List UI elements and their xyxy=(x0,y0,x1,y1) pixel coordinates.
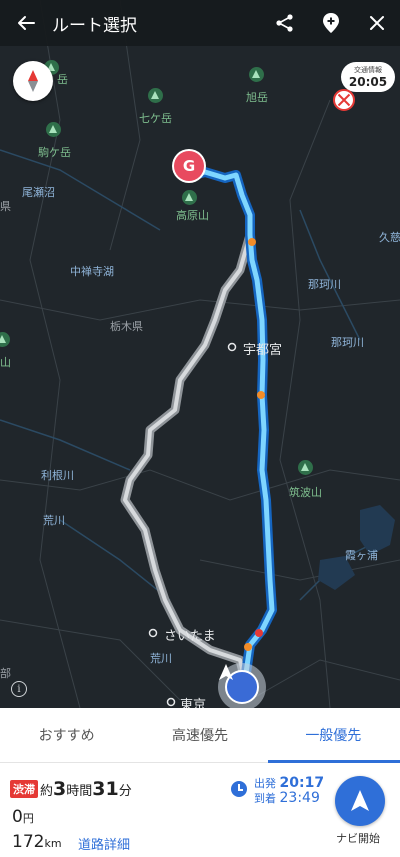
map-label: 部 xyxy=(0,667,11,680)
duration-prefix: 約 xyxy=(40,784,54,799)
map-label: 荒川 xyxy=(150,652,172,665)
road-closed-icon[interactable] xyxy=(333,89,355,111)
jam-badge: 渋滞 xyxy=(10,780,38,798)
distance: 172km xyxy=(12,832,62,852)
map-label: 栃木県 xyxy=(110,320,143,333)
distance-unit: km xyxy=(44,837,62,850)
map-label: 岳 xyxy=(57,73,68,86)
mountain-icon xyxy=(182,190,197,205)
traffic-info-button[interactable]: 交通情報 20:05 xyxy=(341,62,395,92)
map-label: 筑波山 xyxy=(289,486,322,499)
cost-value: 0 xyxy=(12,807,23,827)
route-tabs: おすすめ 高速優先 一般優先 xyxy=(0,708,400,763)
tab-general-road[interactable]: 一般優先 xyxy=(267,708,400,762)
back-button[interactable] xyxy=(0,0,52,46)
city-label: 東京 xyxy=(180,698,207,708)
map-label: 久慈 xyxy=(379,231,400,244)
clock-icon xyxy=(231,781,247,797)
distance-value: 172 xyxy=(12,832,45,852)
cost-unit: 円 xyxy=(22,812,34,825)
map-label: 那珂川 xyxy=(308,278,341,291)
mountain-icon xyxy=(46,122,61,137)
tab-recommended[interactable]: おすすめ xyxy=(0,708,133,762)
arrive-label: 到着 xyxy=(254,792,276,805)
start-navigation-button[interactable] xyxy=(335,776,385,826)
share-button[interactable] xyxy=(262,0,308,46)
map-label: 県 xyxy=(0,200,11,213)
map-label: 七ケ岳 xyxy=(139,112,172,125)
close-icon xyxy=(370,16,384,30)
map-label: 高原山 xyxy=(176,209,209,222)
traffic-marker[interactable] xyxy=(257,391,265,399)
current-location-marker[interactable] xyxy=(218,663,266,708)
city-label: さいたま xyxy=(164,629,216,644)
map-label: 山 xyxy=(0,356,11,369)
compass-button[interactable] xyxy=(13,61,53,101)
goal-marker[interactable]: G xyxy=(174,151,204,181)
add-place-button[interactable] xyxy=(308,0,354,46)
map-label: 霞ヶ浦 xyxy=(345,549,378,562)
traffic-info-label: 交通情報 xyxy=(354,66,382,74)
duration-hours: 3 xyxy=(53,778,67,800)
duration-minutes: 31 xyxy=(92,778,119,800)
mountain-icon xyxy=(249,67,264,82)
road-detail-link[interactable]: 道路詳細 xyxy=(78,834,130,853)
map-pin-add-icon xyxy=(323,13,339,33)
active-route[interactable] xyxy=(185,167,277,685)
info-icon[interactable]: i xyxy=(11,681,27,697)
map-label: 中禅寺湖 xyxy=(70,265,114,278)
traffic-marker[interactable] xyxy=(248,238,256,246)
traffic-info-time: 20:05 xyxy=(348,75,388,89)
traffic-marker[interactable] xyxy=(255,629,263,637)
depart-label: 出発 xyxy=(254,777,276,790)
depart-time-value: 20:17 xyxy=(279,775,325,791)
start-navigation-label: ナビ開始 xyxy=(336,832,380,845)
top-bar: ルート選択 xyxy=(0,0,400,46)
duration-minutes-unit: 分 xyxy=(118,784,132,799)
city-label: 宇都宮 xyxy=(243,343,283,358)
depart-time: 出発 20:17 xyxy=(254,775,324,791)
navigation-arrow-icon xyxy=(219,664,233,680)
tab-highway[interactable]: 高速優先 xyxy=(133,708,266,762)
mountain-icon xyxy=(148,88,163,103)
arrive-time: 到着 23:49 xyxy=(254,790,320,806)
mountain-icon xyxy=(298,460,313,475)
compass-icon xyxy=(28,70,38,92)
map-label: 尾瀬沼 xyxy=(22,186,55,199)
share-icon xyxy=(276,14,293,32)
map-label: 荒川 xyxy=(43,514,65,527)
navigation-arrow-icon xyxy=(351,790,369,811)
close-button[interactable] xyxy=(354,0,400,46)
active-tab-indicator xyxy=(268,760,400,763)
traffic-marker[interactable] xyxy=(244,643,252,651)
duration-hours-unit: 時間 xyxy=(66,784,93,799)
cost: 0円 xyxy=(12,807,34,827)
arrive-time-value: 23:49 xyxy=(279,790,320,806)
map-label: 旭岳 xyxy=(246,91,268,104)
map-label: 那珂川 xyxy=(331,336,364,349)
page-title: ルート選択 xyxy=(52,15,137,36)
duration: 約3時間31分 xyxy=(40,778,132,800)
map-label: 利根川 xyxy=(41,469,74,482)
back-arrow-icon xyxy=(18,16,35,30)
map-label: 駒ケ岳 xyxy=(38,146,71,159)
